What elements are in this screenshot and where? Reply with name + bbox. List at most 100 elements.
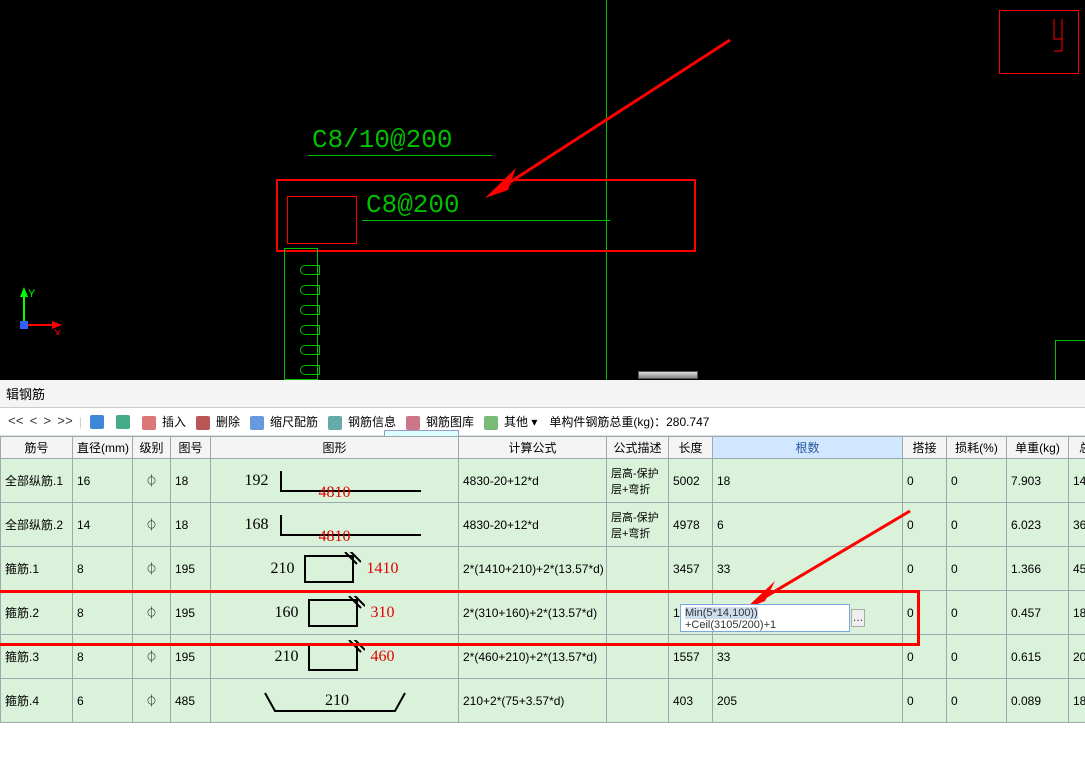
cell-tw[interactable]: 142.254 xyxy=(1069,459,1085,503)
cell-desc[interactable]: 层高-保护层+弯折 xyxy=(607,459,669,503)
col-rebar[interactable]: 筋号 xyxy=(1,437,73,459)
cell-uw[interactable]: 6.023 xyxy=(1007,503,1069,547)
cell-rebar[interactable]: 全部纵筋.2 xyxy=(1,503,73,547)
cell-dia[interactable]: 8 xyxy=(73,591,133,635)
cell-tw[interactable]: 45.078 xyxy=(1069,547,1085,591)
cell-desc[interactable] xyxy=(607,679,669,723)
nav-last[interactable]: >> xyxy=(55,414,75,429)
cell-count[interactable]: 33 xyxy=(713,547,903,591)
doc-button[interactable] xyxy=(86,413,110,430)
cell-waste[interactable]: 0 xyxy=(947,547,1007,591)
cell-uw[interactable]: 7.903 xyxy=(1007,459,1069,503)
cell-grade[interactable]: ⏀ xyxy=(133,547,171,591)
cell-formula[interactable]: 210+2*(75+3.57*d) xyxy=(459,679,607,723)
cell-len[interactable]: 5002 xyxy=(669,459,713,503)
cell-rebar[interactable]: 全部纵筋.1 xyxy=(1,459,73,503)
cell-len[interactable]: 3457 xyxy=(669,547,713,591)
refresh-button[interactable] xyxy=(112,413,136,430)
table-row[interactable]: 箍筋.38⏀195210 4602*(460+210)+2*(13.57*d) 1… xyxy=(1,635,1085,679)
cell-len[interactable]: 403 xyxy=(669,679,713,723)
cell-formula[interactable]: 4830-20+12*d xyxy=(459,503,607,547)
nav-first[interactable]: << xyxy=(6,414,26,429)
insert-button[interactable]: 插入 xyxy=(138,412,190,431)
cell-dia[interactable]: 6 xyxy=(73,679,133,723)
cell-shape[interactable]: 160 310 xyxy=(211,591,459,635)
cell-waste[interactable]: 0 xyxy=(947,503,1007,547)
col-desc[interactable]: 公式描述 xyxy=(607,437,669,459)
cell-rebar[interactable]: 箍筋.3 xyxy=(1,635,73,679)
cell-tw[interactable]: 18.245 xyxy=(1069,679,1085,723)
formula-expand-button[interactable]: … xyxy=(851,609,865,627)
cell-grade[interactable]: ⏀ xyxy=(133,679,171,723)
col-formula[interactable]: 计算公式 xyxy=(459,437,607,459)
table-row[interactable]: 箍筋.28⏀195160 3102*(310+160)+2*(13.57*d)1… xyxy=(1,591,1085,635)
cell-count[interactable]: 6 xyxy=(713,503,903,547)
cell-formula[interactable]: 4830-20+12*d xyxy=(459,459,607,503)
table-row[interactable]: 全部纵筋.214⏀18168 48104830-20+12*d层高-保护层+弯折… xyxy=(1,503,1085,547)
cell-splice[interactable]: 0 xyxy=(903,591,947,635)
cell-len[interactable]: 1557 xyxy=(669,635,713,679)
col-shape[interactable]: 图形 xyxy=(211,437,459,459)
col-dia[interactable]: 直径(mm) xyxy=(73,437,133,459)
cell-len[interactable]: 4978 xyxy=(669,503,713,547)
nav-next[interactable]: > xyxy=(41,414,53,429)
col-uw[interactable]: 单重(kg) xyxy=(1007,437,1069,459)
table-row[interactable]: 箍筋.18⏀195210 14102*(1410+210)+2*(13.57*d… xyxy=(1,547,1085,591)
cell-desc[interactable]: 层高-保护层+弯折 xyxy=(607,503,669,547)
cell-tw[interactable]: 20.295 xyxy=(1069,635,1085,679)
cell-tw[interactable]: 36.138 xyxy=(1069,503,1085,547)
cell-shapeno[interactable]: 195 xyxy=(171,635,211,679)
cell-rebar[interactable]: 箍筋.4 xyxy=(1,679,73,723)
info-button[interactable]: 钢筋信息 xyxy=(324,412,400,431)
cell-count[interactable]: 205 xyxy=(713,679,903,723)
cell-grade[interactable]: ⏀ xyxy=(133,635,171,679)
cell-formula[interactable]: 2*(310+160)+2*(13.57*d) xyxy=(459,591,607,635)
cell-desc[interactable] xyxy=(607,547,669,591)
cell-shapeno[interactable]: 18 xyxy=(171,503,211,547)
cell-dia[interactable]: 14 xyxy=(73,503,133,547)
cell-shapeno[interactable]: 195 xyxy=(171,547,211,591)
cell-rebar[interactable]: 箍筋.2 xyxy=(1,591,73,635)
cell-tw[interactable]: 18.737 xyxy=(1069,591,1085,635)
cell-desc[interactable] xyxy=(607,635,669,679)
cell-waste[interactable]: 0 xyxy=(947,591,1007,635)
cell-splice[interactable]: 0 xyxy=(903,547,947,591)
col-tw[interactable]: 总重(kg xyxy=(1069,437,1085,459)
col-waste[interactable]: 损耗(%) xyxy=(947,437,1007,459)
cell-splice[interactable]: 0 xyxy=(903,503,947,547)
cell-shape[interactable]: 210 460 xyxy=(211,635,459,679)
cell-uw[interactable]: 1.366 xyxy=(1007,547,1069,591)
cell-splice[interactable]: 0 xyxy=(903,679,947,723)
cell-shape[interactable]: 210 1410 xyxy=(211,547,459,591)
cell-shape[interactable]: 168 4810 xyxy=(211,503,459,547)
cell-splice[interactable]: 0 xyxy=(903,635,947,679)
other-dropdown[interactable]: 其他 ▾ xyxy=(480,412,541,431)
cell-shapeno[interactable]: 485 xyxy=(171,679,211,723)
cell-formula[interactable]: 2*(1410+210)+2*(13.57*d) xyxy=(459,547,607,591)
cell-desc[interactable] xyxy=(607,591,669,635)
cad-viewport[interactable]: C8/10@200 C8@200 Y X xyxy=(0,0,1085,380)
cell-dia[interactable]: 8 xyxy=(73,547,133,591)
cell-splice[interactable]: 0 xyxy=(903,459,947,503)
cell-waste[interactable]: 0 xyxy=(947,679,1007,723)
count-formula-editor[interactable]: Min(5*14,100)) +Ceil(3105/200)+1 … xyxy=(680,604,850,632)
cell-shapeno[interactable]: 195 xyxy=(171,591,211,635)
cell-grade[interactable]: ⏀ xyxy=(133,503,171,547)
cell-shape[interactable]: 192 4810 xyxy=(211,459,459,503)
col-splice[interactable]: 搭接 xyxy=(903,437,947,459)
cell-dia[interactable]: 8 xyxy=(73,635,133,679)
match-button[interactable]: 缩尺配筋 xyxy=(246,412,322,431)
table-row[interactable]: 全部纵筋.116⏀18192 48104830-20+12*d层高-保护层+弯折… xyxy=(1,459,1085,503)
lib-button[interactable]: 钢筋图库 xyxy=(402,412,478,431)
cell-shapeno[interactable]: 18 xyxy=(171,459,211,503)
col-shapeno[interactable]: 图号 xyxy=(171,437,211,459)
splitter-handle[interactable] xyxy=(638,371,698,379)
cell-waste[interactable]: 0 xyxy=(947,635,1007,679)
cell-uw[interactable]: 0.089 xyxy=(1007,679,1069,723)
table-row[interactable]: 箍筋.46⏀485 210210+2*(75+3.57*d)403205000.… xyxy=(1,679,1085,723)
cell-count[interactable]: 18 xyxy=(713,459,903,503)
cell-formula[interactable]: 2*(460+210)+2*(13.57*d) xyxy=(459,635,607,679)
cell-count[interactable]: 33 xyxy=(713,635,903,679)
cell-shape[interactable]: 210 xyxy=(211,679,459,723)
col-count[interactable]: 根数 xyxy=(713,437,903,459)
